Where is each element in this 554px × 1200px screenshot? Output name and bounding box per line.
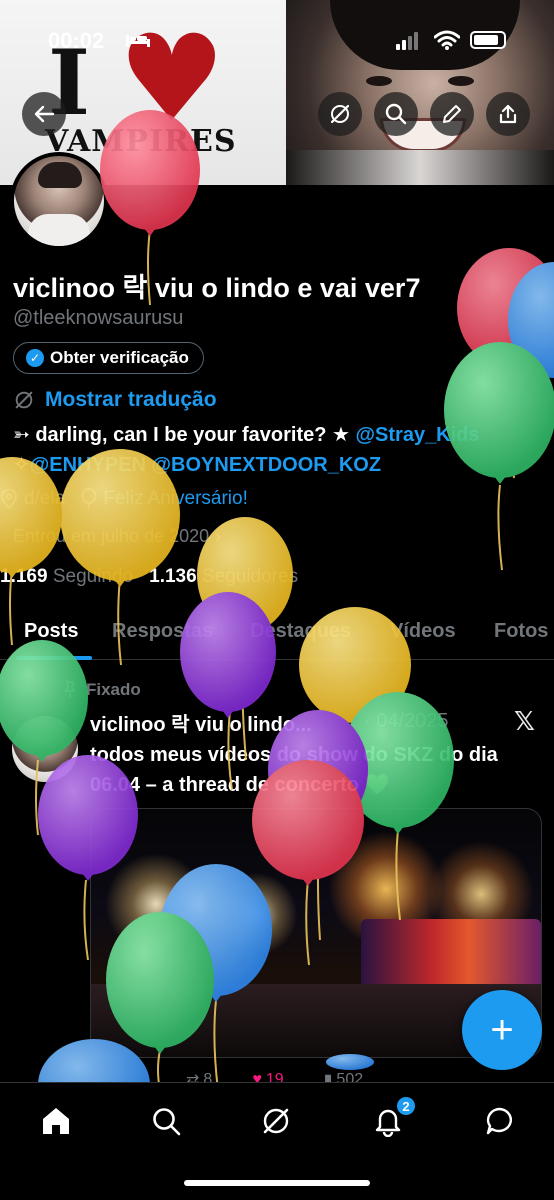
following-label: Seguindo — [52, 566, 134, 587]
cellular-signal-icon — [396, 32, 418, 50]
pinned-label: Fixado — [86, 680, 141, 699]
messages-icon — [486, 1107, 512, 1135]
status-time: 00:02 — [48, 28, 105, 53]
location-item: d/ela — [0, 488, 65, 510]
profile-tabs: Posts Respostas Destaques Vídeos Fotos — [0, 612, 554, 660]
status-bar: 00:02 — [0, 28, 554, 58]
tab-posts[interactable]: Posts — [24, 620, 78, 643]
nav-search[interactable] — [146, 1101, 186, 1141]
edit-profile-button[interactable] — [430, 92, 474, 136]
balloon-icon — [81, 488, 97, 509]
active-tab-indicator — [16, 656, 92, 660]
sleep-focus-icon — [126, 35, 150, 47]
home-indicator — [184, 1180, 370, 1186]
back-arrow-icon — [34, 105, 55, 123]
banner-portrait-eye — [366, 76, 392, 86]
nav-home[interactable] — [36, 1101, 76, 1141]
wifi-icon — [434, 30, 460, 50]
birthday-item[interactable]: Feliz Aniversário! — [81, 488, 248, 510]
following-count: 1.169 — [0, 566, 48, 587]
edit-pencil-icon — [443, 105, 461, 123]
location-text: d/ela — [24, 488, 66, 509]
tab-videos[interactable]: Vídeos — [390, 620, 456, 643]
location-icon — [0, 489, 18, 509]
verified-badge-icon: ✓ — [26, 349, 44, 367]
profile-bio: ➳ darling, can I be your favorite? ★ @St… — [13, 420, 548, 480]
following-stat[interactable]: 1.169 Seguindo — [0, 566, 133, 588]
pin-icon — [64, 681, 76, 698]
bio-text: ➳ darling, can I be your favorite? ★ — [13, 424, 356, 446]
joined-text: Entrou em julho de 2020 — [13, 526, 210, 546]
home-icon — [43, 1108, 69, 1134]
profile-meta: d/ela Feliz Aniversário! — [0, 488, 248, 510]
grok-button[interactable] — [318, 92, 362, 136]
tab-highlights[interactable]: Destaques — [250, 620, 351, 643]
back-button[interactable] — [22, 92, 66, 136]
translate-label: Mostrar tradução — [45, 388, 217, 411]
banner-portrait-eye — [448, 76, 474, 86]
bio-mention-stray-kids[interactable]: @Stray_Kids — [356, 424, 480, 446]
firework-burst — [211, 869, 301, 959]
battery-icon — [470, 31, 506, 49]
tab-photos[interactable]: Fotos — [494, 620, 548, 643]
followers-label: Seguidores — [201, 566, 299, 587]
share-button[interactable] — [486, 92, 530, 136]
banner-portrait-collar — [286, 150, 554, 185]
followers-count: 1.136 — [149, 566, 197, 587]
post-author-avatar[interactable] — [12, 716, 78, 782]
profile-handle: @tleeknowsaurusu — [13, 307, 184, 329]
translate-bio-link[interactable]: Mostrar tradução — [13, 388, 217, 412]
grok-icon — [330, 104, 350, 124]
firework-burst — [101, 849, 211, 959]
avatar-hair — [38, 162, 82, 188]
compose-post-button[interactable]: + — [462, 990, 542, 1070]
x-logo-icon: 𝕏 — [514, 706, 535, 736]
birthday-link: Feliz Aniversário! — [103, 488, 248, 509]
follow-stats: 1.169 Seguindo 1.136 Seguidores — [0, 566, 298, 588]
search-icon — [153, 1108, 181, 1136]
profile-display-name: viclinoo 락 viu o lindo e vai ver7 — [13, 273, 421, 303]
followers-stat[interactable]: 1.136 Seguidores — [149, 566, 298, 588]
pinned-indicator: Fixado — [62, 680, 141, 700]
bio-mention-boynextdoor[interactable]: @BOYNEXTDOOR_KOZ — [152, 454, 382, 476]
post-author-name[interactable]: viclinoo 락 viu o lindo... — [90, 708, 312, 737]
joined-date[interactable]: Entrou em julho de 2020 › — [13, 526, 221, 547]
bio-sparkle: ✧ — [13, 454, 30, 476]
profile-avatar[interactable] — [10, 152, 108, 250]
notifications-count-badge: 2 — [395, 1095, 417, 1117]
grok-icon — [263, 1108, 289, 1134]
avatar-shirt — [28, 214, 90, 246]
share-icon — [499, 104, 517, 124]
nav-messages[interactable] — [480, 1101, 520, 1141]
get-verified-button[interactable]: ✓ Obter verificação — [13, 342, 204, 374]
post-date: · 04/2025 — [364, 710, 449, 732]
tab-replies[interactable]: Respostas — [112, 620, 213, 643]
plus-icon: + — [490, 1007, 514, 1052]
nav-grok[interactable] — [256, 1101, 296, 1141]
search-icon — [385, 103, 407, 125]
chevron-right-icon: › — [215, 526, 222, 546]
post-text: todos meus vídeos do show do SKZ do dia … — [90, 744, 498, 796]
concert-stage — [361, 919, 541, 989]
grok-icon — [15, 391, 33, 409]
search-button[interactable] — [374, 92, 418, 136]
bio-mention-enhypen[interactable]: @ENHYPEN — [30, 454, 146, 476]
get-verified-label: Obter verificação — [50, 348, 189, 367]
